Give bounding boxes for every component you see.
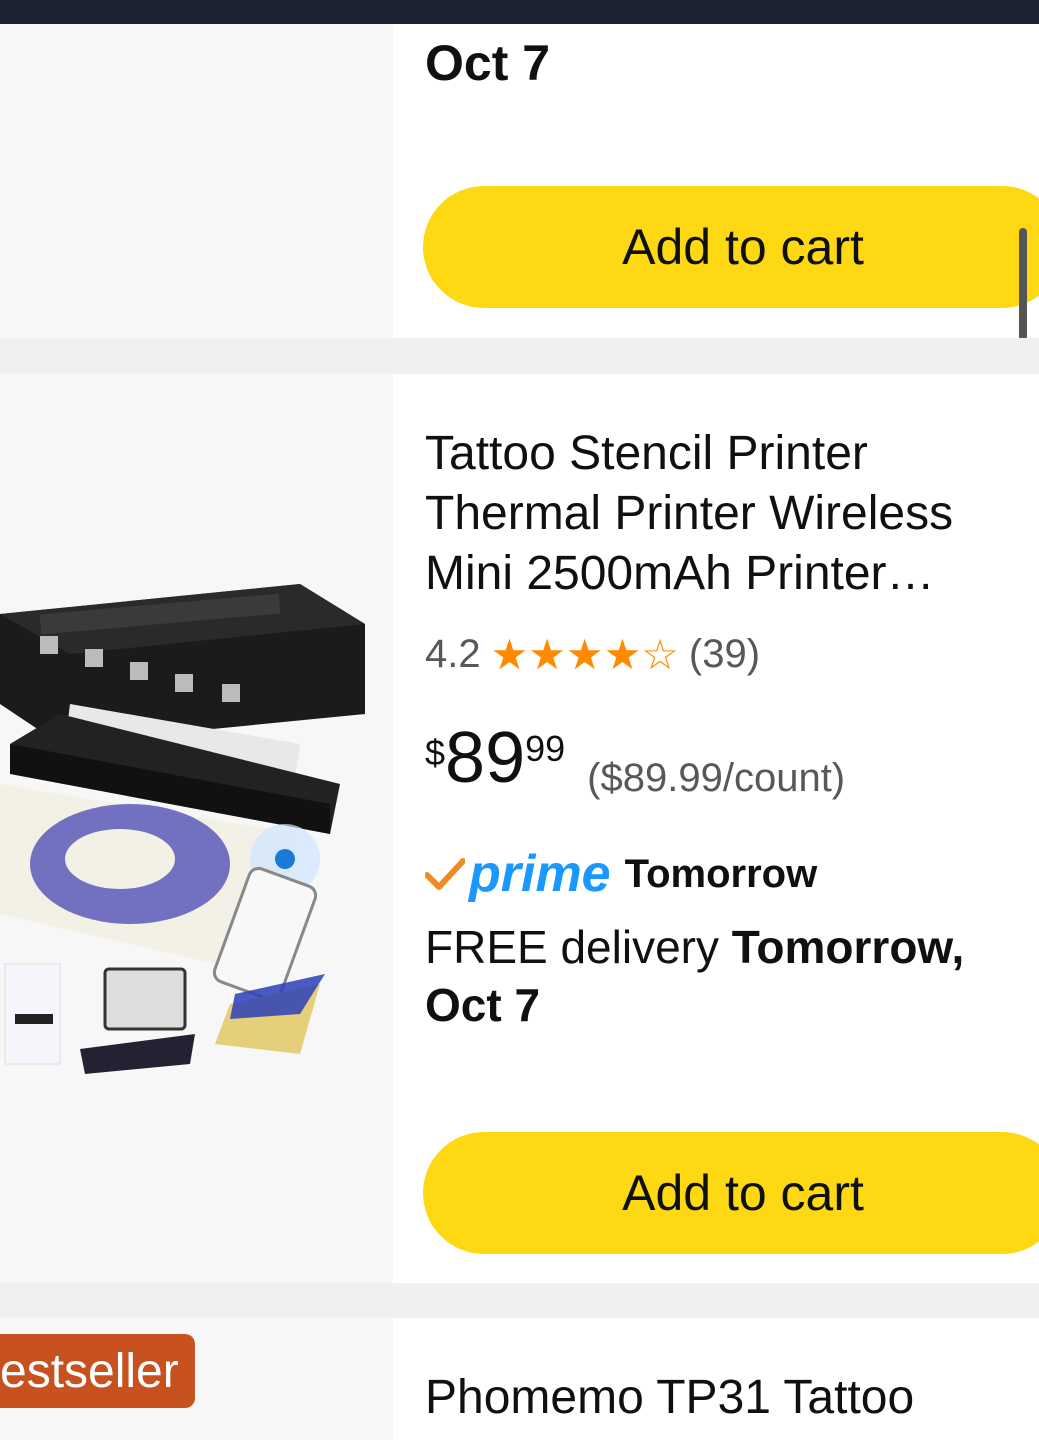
product-image-area [0,24,393,338]
product-image-area[interactable] [0,374,393,1283]
star-full-icon: ★ [528,630,566,678]
product-card-next[interactable]: estseller Phomemo TP31 Tattoo [0,1318,1039,1440]
price-whole: 89 [445,718,526,798]
prime-badge: prime Tomorrow [425,844,817,904]
star-full-icon: ★ [565,630,604,678]
product-title[interactable]: Tattoo Stencil Printer Thermal Printer W… [425,424,1035,604]
rating-value: 4.2 [425,632,481,676]
unit-price: ($89.99/count) [587,756,846,800]
prime-eta: Tomorrow [624,851,818,896]
price: $ 89 99 ($89.99/count) [425,722,845,801]
add-to-cart-button[interactable]: Add to cart [423,1132,1039,1254]
product-card[interactable]: Tattoo Stencil Printer Thermal Printer W… [0,374,1039,1283]
price-symbol: $ [425,732,446,773]
scrollbar-thumb[interactable] [1019,228,1027,343]
delivery-info: FREE delivery Tomorrow, Oct 7 [425,918,1039,1034]
star-empty-icon: ☆ [641,630,679,678]
product-info: Phomemo TP31 Tattoo [393,1318,1039,1440]
star-rating: ★ ★ ★ ★ ☆ [490,630,679,678]
prime-check-icon [425,858,465,890]
status-bar [0,0,1039,24]
rating-row[interactable]: 4.2 ★ ★ ★ ★ ☆ (39) [425,632,760,677]
tattoo-stencil-printer-image[interactable] [0,574,370,1074]
star-full-icon: ★ [603,630,642,678]
card-separator [0,338,1039,374]
product-title[interactable]: Phomemo TP31 Tattoo [425,1368,1035,1428]
add-to-cart-button[interactable]: Add to cart [423,186,1039,308]
price-fraction: 99 [525,728,566,769]
rating-count: (39) [688,632,761,676]
bestseller-badge: estseller [0,1334,195,1408]
product-info: Oct 7 Add to cart [393,24,1039,338]
delivery-prefix: FREE delivery [425,921,732,973]
prime-logo: prime [469,845,611,903]
star-full-icon: ★ [490,630,529,678]
product-image-area[interactable]: estseller [0,1318,393,1440]
product-info: Tattoo Stencil Printer Thermal Printer W… [393,374,1039,1283]
delivery-date: Oct 7 [425,35,551,91]
product-card-previous: Oct 7 Add to cart [0,24,1039,338]
card-separator [0,1283,1039,1318]
